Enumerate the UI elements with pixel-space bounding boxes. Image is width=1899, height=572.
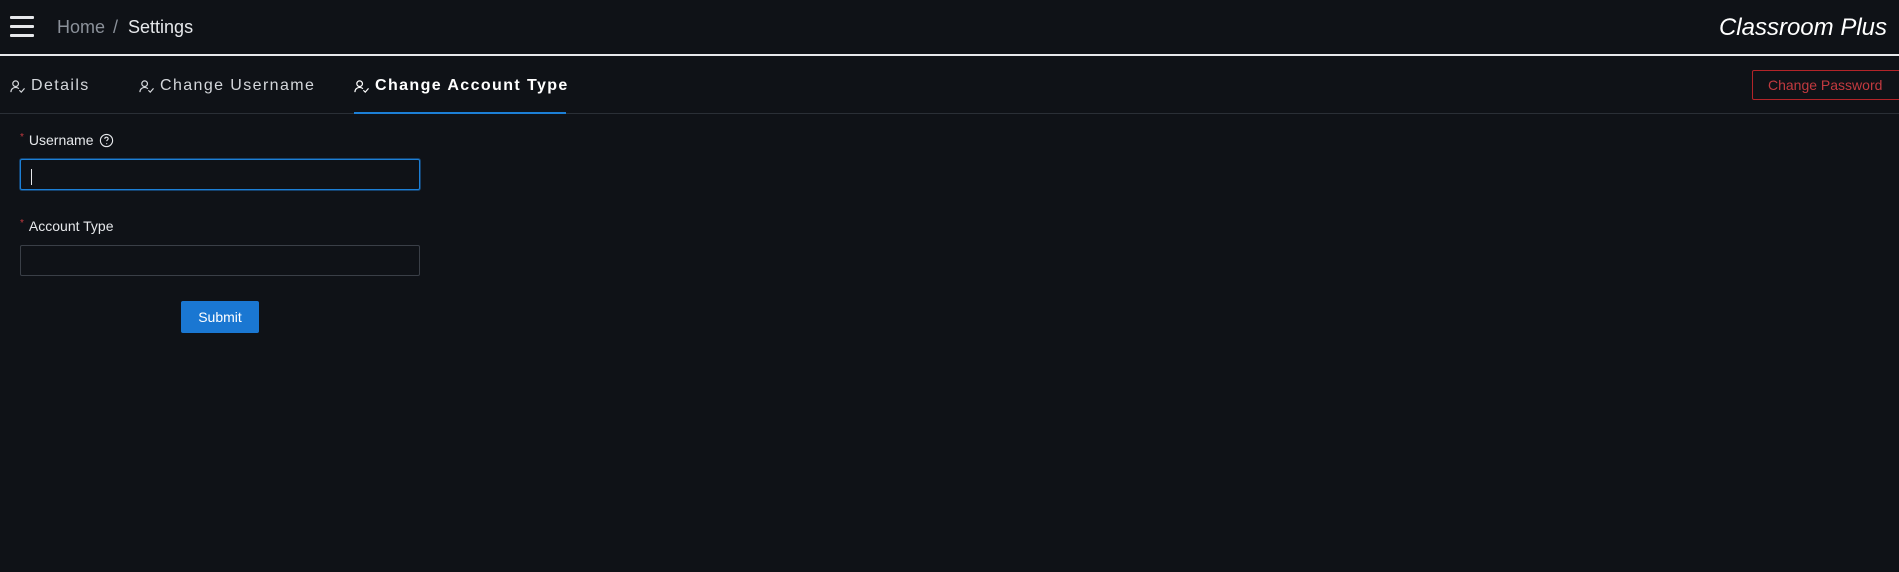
account-type-label-row: * Account Type [20, 217, 114, 235]
text-caret [31, 169, 32, 185]
user-check-icon [10, 79, 25, 93]
user-check-icon [139, 79, 154, 93]
username-label: Username [28, 132, 94, 148]
breadcrumb-separator: / [113, 17, 119, 37]
tab-change-account-type[interactable]: Change Account Type [354, 76, 569, 96]
tab-change-username[interactable]: Change Username [139, 76, 315, 96]
tab-bar: Details Change Username Change Account T… [0, 56, 1899, 114]
tab-change-account-type-label: Change Account Type [375, 77, 569, 94]
change-password-button[interactable]: Change Password [1752, 70, 1899, 100]
required-marker: * [20, 131, 24, 143]
app-title: Classroom Plus [1718, 14, 1887, 41]
username-label-row: * Username [20, 132, 114, 148]
account-type-label: Account Type [28, 218, 114, 234]
breadcrumb: Home / Settings [57, 16, 193, 38]
question-circle-icon[interactable] [99, 133, 114, 148]
breadcrumb-home[interactable]: Home [57, 16, 105, 38]
user-check-icon [354, 79, 369, 93]
tab-change-username-label: Change Username [160, 77, 316, 94]
hamburger-menu-icon[interactable] [10, 16, 34, 38]
username-input[interactable] [20, 159, 420, 190]
top-bar: Home / Settings Classroom Plus [0, 0, 1899, 56]
active-tab-indicator [354, 112, 566, 114]
tab-details[interactable]: Details [10, 76, 90, 96]
breadcrumb-current: Settings [128, 17, 194, 37]
account-type-input[interactable] [20, 245, 420, 276]
tab-details-label: Details [31, 77, 90, 94]
required-marker: * [20, 217, 24, 229]
submit-button[interactable]: Submit [181, 301, 259, 333]
